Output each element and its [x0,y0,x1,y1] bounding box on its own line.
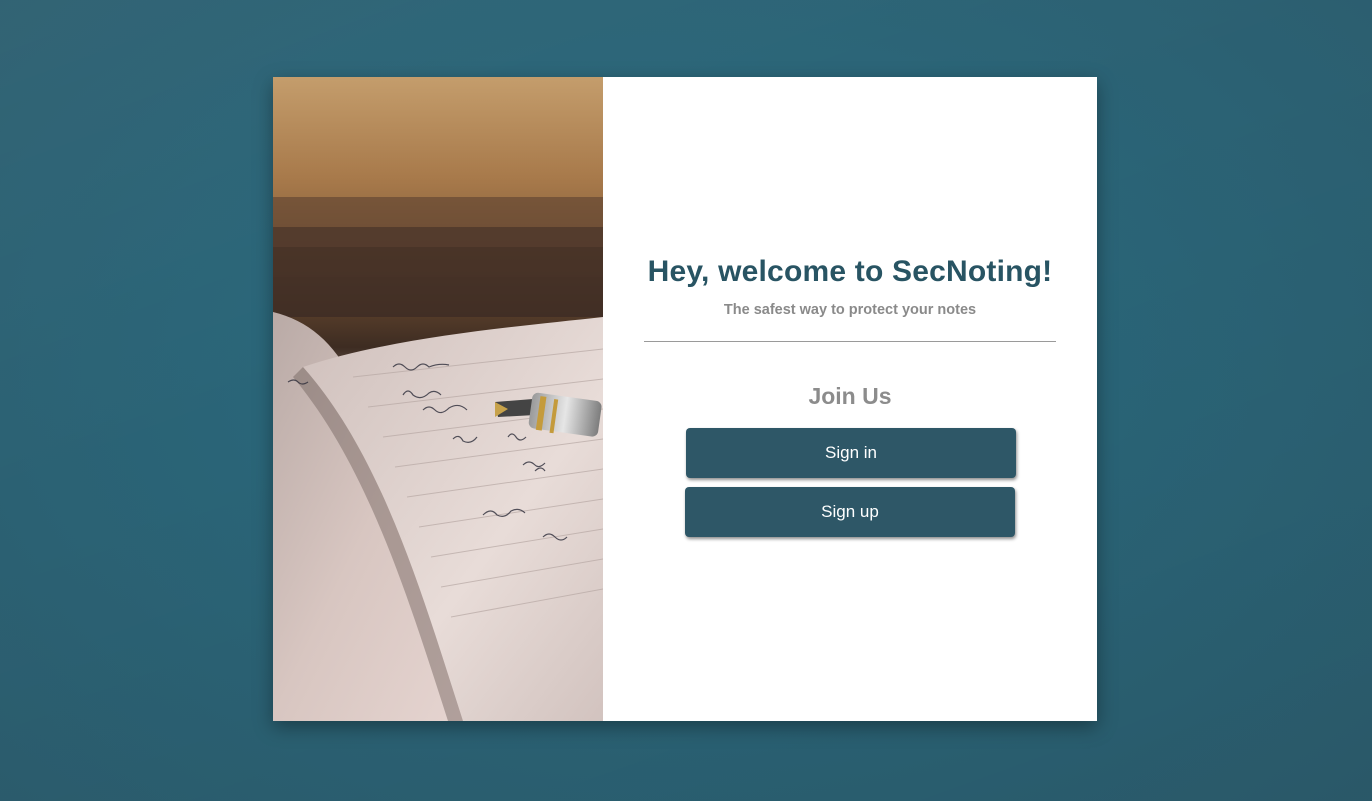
welcome-panel: Hey, welcome to SecNoting! The safest wa… [603,77,1097,721]
page-subtitle: The safest way to protect your notes [723,302,977,318]
page-title: Hey, welcome to SecNoting! [647,255,1053,288]
welcome-card: Hey, welcome to SecNoting! The safest wa… [273,77,1097,721]
sign-up-button[interactable]: Sign up [685,487,1015,537]
sign-in-button[interactable]: Sign in [686,428,1016,478]
divider [644,341,1056,342]
notebook-pen-photo [273,77,603,721]
join-heading: Join Us [808,383,892,409]
